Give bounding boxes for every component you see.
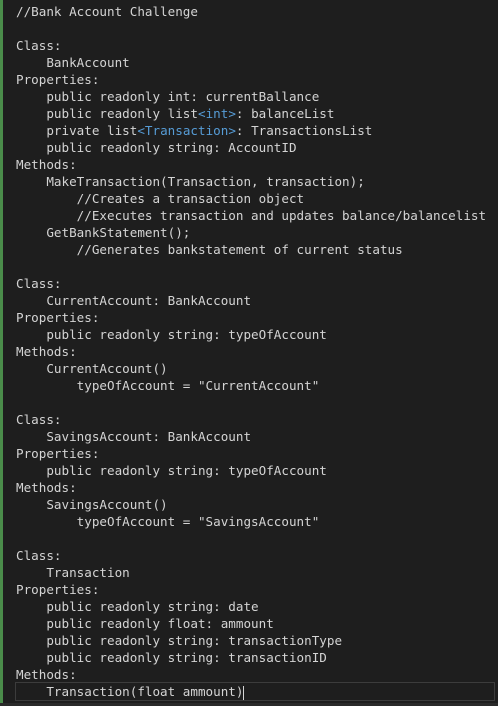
code-line[interactable]: public readonly float: ammount: [16, 615, 494, 632]
code-line[interactable]: //Executes transaction and updates balan…: [16, 207, 494, 224]
code-text: public readonly list: [16, 106, 198, 121]
code-line[interactable]: Methods:: [16, 666, 494, 683]
code-line[interactable]: Class:: [16, 275, 494, 292]
code-text: BankAccount: [16, 55, 130, 70]
code-text: typeOfAccount = "CurrentAccount": [16, 378, 320, 393]
code-line[interactable]: BankAccount: [16, 54, 494, 71]
code-line[interactable]: Properties:: [16, 445, 494, 462]
generic-type-token: <Transaction>: [137, 123, 236, 138]
code-text: Class:: [16, 276, 62, 291]
code-text: SavingsAccount: BankAccount: [16, 429, 252, 444]
code-line[interactable]: Class:: [16, 547, 494, 564]
code-line[interactable]: //Creates a transaction object: [16, 190, 494, 207]
code-line[interactable]: public readonly string: AccountID: [16, 139, 494, 156]
code-text: public readonly string: transactionType: [16, 633, 343, 648]
code-text: Properties:: [16, 582, 100, 597]
code-text: private list: [16, 123, 138, 138]
code-text: public readonly int: currentBallance: [16, 89, 320, 104]
code-text: Methods:: [16, 344, 77, 359]
code-line[interactable]: Methods:: [16, 479, 494, 496]
code-text: Methods:: [16, 157, 77, 172]
code-line[interactable]: MakeTransaction(Transaction, transaction…: [16, 173, 494, 190]
code-line[interactable]: Class:: [16, 37, 494, 54]
code-text: : balanceList: [235, 106, 335, 121]
code-text: //Creates a transaction object: [16, 191, 305, 206]
code-line[interactable]: CurrentAccount: BankAccount: [16, 292, 494, 309]
code-text: public readonly string: AccountID: [16, 140, 297, 155]
code-line[interactable]: SavingsAccount: BankAccount: [16, 428, 494, 445]
code-text: CurrentAccount(): [16, 361, 168, 376]
generic-type-token: <int>: [197, 106, 236, 121]
code-line[interactable]: Properties:: [16, 581, 494, 598]
code-text: : TransactionsList: [235, 123, 373, 138]
code-line[interactable]: typeOfAccount = "CurrentAccount": [16, 377, 494, 394]
code-line[interactable]: public readonly list<int>: balanceList: [16, 105, 494, 122]
code-line[interactable]: public readonly int: currentBallance: [16, 88, 494, 105]
code-line[interactable]: public readonly string: typeOfAccount: [16, 326, 494, 343]
code-line[interactable]: GetBankStatement();: [16, 224, 494, 241]
code-line[interactable]: Methods:: [16, 343, 494, 360]
code-text: GetBankStatement();: [16, 225, 191, 240]
code-area[interactable]: //Bank Account Challenge Class: BankAccou…: [15, 3, 495, 701]
code-text: Properties:: [16, 72, 100, 87]
code-text: //Bank Account Challenge: [16, 4, 198, 19]
code-line[interactable]: Methods:: [16, 156, 494, 173]
code-text: Class:: [16, 38, 62, 53]
text-cursor: [243, 685, 245, 700]
code-line[interactable]: public readonly string: transactionType: [16, 632, 494, 649]
code-line[interactable]: Transaction: [16, 564, 494, 581]
code-line[interactable]: public readonly string: transactionID: [16, 649, 494, 666]
code-line[interactable]: private list<Transaction>: TransactionsL…: [16, 122, 494, 139]
code-text: //Executes transaction and updates balan…: [16, 208, 487, 223]
code-text: Transaction: [16, 565, 130, 580]
code-line[interactable]: typeOfAccount = "SavingsAccount": [16, 513, 494, 530]
code-line[interactable]: [16, 20, 494, 37]
code-text: typeOfAccount = "SavingsAccount": [16, 514, 320, 529]
code-line[interactable]: CurrentAccount(): [16, 360, 494, 377]
code-text: SavingsAccount(): [16, 497, 168, 512]
code-line[interactable]: Properties:: [16, 309, 494, 326]
code-text: public readonly string: typeOfAccount: [16, 327, 327, 342]
code-text: Transaction(float ammount): [16, 684, 244, 699]
code-line[interactable]: public readonly string: date: [16, 598, 494, 615]
code-line[interactable]: [16, 530, 494, 547]
code-text: public readonly string: typeOfAccount: [16, 463, 327, 478]
code-line[interactable]: //Bank Account Challenge: [16, 3, 494, 20]
code-text: Methods:: [16, 480, 77, 495]
code-line[interactable]: Transaction(float ammount): [15, 682, 495, 701]
change-indicator-bar: [0, 0, 3, 706]
code-line[interactable]: Properties:: [16, 71, 494, 88]
code-text: Class:: [16, 548, 62, 563]
code-text: public readonly string: transactionID: [16, 650, 327, 665]
code-text: Methods:: [16, 667, 77, 682]
code-text: public readonly float: ammount: [16, 616, 274, 631]
code-line[interactable]: [16, 258, 494, 275]
code-line[interactable]: [16, 394, 494, 411]
code-text: public readonly string: date: [16, 599, 259, 614]
code-line[interactable]: public readonly string: typeOfAccount: [16, 462, 494, 479]
code-line[interactable]: SavingsAccount(): [16, 496, 494, 513]
code-text: Properties:: [16, 446, 100, 461]
code-text: Class:: [16, 412, 62, 427]
code-text: CurrentAccount: BankAccount: [16, 293, 252, 308]
code-line[interactable]: //Generates bankstatement of current sta…: [16, 241, 494, 258]
code-editor[interactable]: //Bank Account Challenge Class: BankAccou…: [0, 0, 498, 706]
code-text: //Generates bankstatement of current sta…: [16, 242, 403, 257]
code-line[interactable]: Class:: [16, 411, 494, 428]
code-text: Properties:: [16, 310, 100, 325]
code-text: MakeTransaction(Transaction, transaction…: [16, 174, 365, 189]
